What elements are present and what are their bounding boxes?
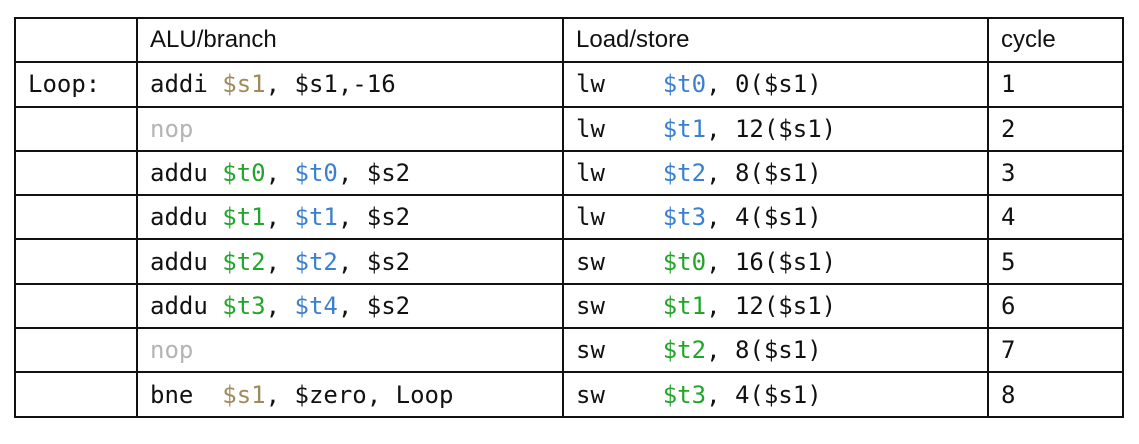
instruction-token: , — [265, 291, 295, 320]
load-store-instruction: lw $t2, 8($s1) — [562, 149, 989, 197]
header-label — [14, 16, 138, 64]
instruction-token: , 4($s1) — [706, 380, 822, 409]
instruction-token: $t0 — [662, 70, 707, 99]
instruction-token: , $s2 — [337, 291, 411, 320]
header-alu-branch: ALU/branch — [136, 16, 564, 64]
table-row: bne $s1, $zero, Loop sw $t3, 4($s1) 8 — [14, 371, 1124, 418]
instruction-token: $t2 — [662, 159, 707, 188]
cycle-number: 3 — [987, 149, 1124, 197]
instruction-token: $t0 — [222, 159, 266, 188]
table-row: nop lw $t1, 12($s1) 2 — [14, 105, 1124, 152]
cycle-number: 6 — [987, 282, 1124, 330]
table-row: addu $t1, $t1, $s2 lw $t3, 4($s1) 4 — [14, 194, 1124, 241]
instruction-token: lw — [576, 70, 663, 99]
instruction-token: $s1 — [222, 380, 266, 409]
instruction-token: , 12($s1) — [706, 291, 837, 320]
table-row: addu $t2, $t2, $s2 sw $t0, 16($s1) 5 — [14, 238, 1124, 285]
header-cycle: cycle — [987, 16, 1124, 64]
table-row: nop sw $t2, 8($s1) 7 — [14, 327, 1124, 374]
cycle-number: 1 — [987, 61, 1124, 108]
instruction-token: $s1 — [222, 70, 266, 99]
instruction-token: $t2 — [662, 336, 707, 365]
instruction-token: , — [265, 203, 295, 232]
row-label — [14, 194, 138, 241]
instruction-token: addu — [150, 291, 223, 320]
instruction-token: , 8($s1) — [706, 159, 822, 188]
instruction-token: , $s2 — [337, 159, 411, 188]
row-label — [14, 238, 138, 285]
table-row: addu $t0, $t0, $s2 lw $t2, 8($s1) 3 — [14, 149, 1124, 197]
instruction-token: $t1 — [294, 203, 338, 232]
instruction-token: , — [265, 247, 295, 276]
schedule-body: Loop: addi $s1, $s1,-16 lw $t0, 0($s1) 1 nop… — [14, 61, 1124, 418]
alu-branch-instruction: nop — [136, 105, 564, 152]
instruction-token: lw — [576, 114, 663, 143]
cycle-number: 4 — [987, 194, 1124, 241]
instruction-token: $t3 — [222, 291, 266, 320]
instruction-token: nop — [150, 114, 194, 143]
instruction-token: , 0($s1) — [706, 70, 822, 99]
schedule-table: ALU/branch Load/store cycle Loop: addi $s… — [14, 16, 1124, 418]
instruction-token: , 4($s1) — [706, 203, 822, 232]
instruction-token: $t3 — [662, 380, 707, 409]
alu-branch-instruction: bne $s1, $zero, Loop — [136, 371, 564, 418]
instruction-token: , 16($s1) — [706, 247, 837, 276]
instruction-token: , 12($s1) — [706, 114, 837, 143]
instruction-token: , 8($s1) — [706, 336, 822, 365]
instruction-token: sw — [576, 291, 663, 320]
header-load-store: Load/store — [562, 16, 989, 64]
alu-branch-instruction: addu $t1, $t1, $s2 — [136, 194, 564, 241]
load-store-instruction: sw $t0, 16($s1) — [562, 238, 989, 285]
instruction-token: $t0 — [294, 159, 338, 188]
instruction-token: , $s1,-16 — [265, 70, 396, 99]
instruction-token: $t2 — [294, 247, 338, 276]
alu-branch-instruction: addu $t3, $t4, $s2 — [136, 282, 564, 330]
instruction-token: sw — [576, 336, 663, 365]
load-store-instruction: sw $t1, 12($s1) — [562, 282, 989, 330]
instruction-token: $t3 — [662, 203, 707, 232]
instruction-token: sw — [576, 380, 663, 409]
instruction-token: $t0 — [662, 247, 707, 276]
load-store-instruction: sw $t3, 4($s1) — [562, 371, 989, 418]
row-label — [14, 149, 138, 197]
instruction-token: $t1 — [222, 203, 266, 232]
instruction-token: sw — [576, 247, 663, 276]
alu-branch-instruction: addi $s1, $s1,-16 — [136, 61, 564, 108]
cycle-number: 8 — [987, 371, 1124, 418]
instruction-token: addi — [150, 70, 223, 99]
instruction-token: $t4 — [294, 291, 338, 320]
load-store-instruction: lw $t3, 4($s1) — [562, 194, 989, 241]
instruction-token: bne — [150, 380, 223, 409]
instruction-token: addu — [150, 203, 223, 232]
instruction-token: lw — [576, 159, 663, 188]
row-label — [14, 371, 138, 418]
instruction-token: lw — [576, 203, 663, 232]
instruction-token: , $s2 — [337, 247, 411, 276]
row-label — [14, 327, 138, 374]
table-row: addu $t3, $t4, $s2 sw $t1, 12($s1) 6 — [14, 282, 1124, 330]
cycle-number: 7 — [987, 327, 1124, 374]
alu-branch-instruction: nop — [136, 327, 564, 374]
instruction-token: nop — [150, 336, 194, 365]
table-row: Loop: addi $s1, $s1,-16 lw $t0, 0($s1) 1 — [14, 61, 1124, 108]
instruction-token: $t1 — [662, 291, 707, 320]
header-row: ALU/branch Load/store cycle — [14, 16, 1124, 64]
instruction-token: , — [265, 159, 295, 188]
instruction-token: $t2 — [222, 247, 266, 276]
instruction-token: , $zero, Loop — [265, 380, 454, 409]
row-label: Loop: — [14, 61, 138, 108]
load-store-instruction: sw $t2, 8($s1) — [562, 327, 989, 374]
instruction-token: $t1 — [662, 114, 707, 143]
alu-branch-instruction: addu $t0, $t0, $s2 — [136, 149, 564, 197]
row-label — [14, 282, 138, 330]
instruction-token: addu — [150, 159, 223, 188]
load-store-instruction: lw $t1, 12($s1) — [562, 105, 989, 152]
row-label — [14, 105, 138, 152]
cycle-number: 2 — [987, 105, 1124, 152]
alu-branch-instruction: addu $t2, $t2, $s2 — [136, 238, 564, 285]
cycle-number: 5 — [987, 238, 1124, 285]
instruction-token: , $s2 — [337, 203, 411, 232]
instruction-token: addu — [150, 247, 223, 276]
load-store-instruction: lw $t0, 0($s1) — [562, 61, 989, 108]
